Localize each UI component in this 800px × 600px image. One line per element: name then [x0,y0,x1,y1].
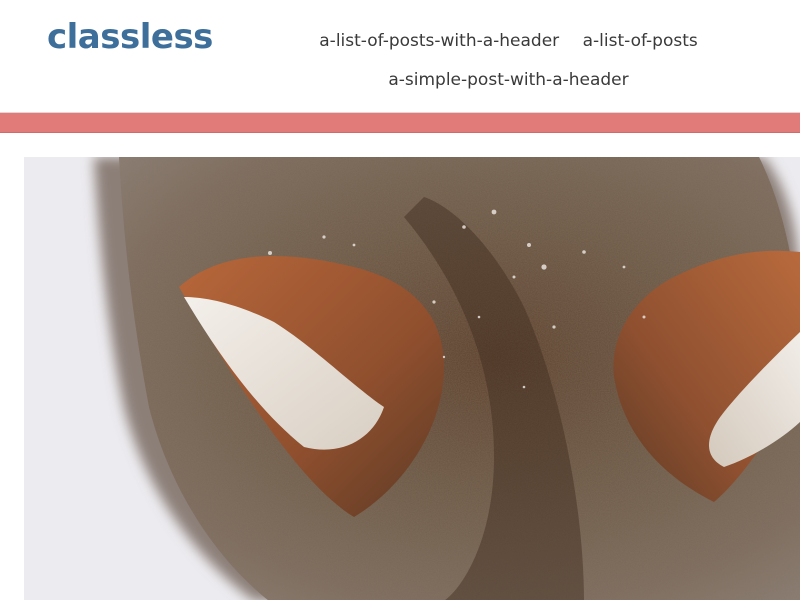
hero-image [24,157,800,600]
site-header: classless a-list-of-posts-with-a-header … [0,0,800,113]
main-nav: a-list-of-posts-with-a-header a-list-of-… [300,22,717,100]
fox-photo [24,157,800,600]
site-title-link[interactable]: classless [47,15,213,59]
accent-bar [0,113,800,133]
nav-link-a-list-of-posts[interactable]: a-list-of-posts [583,22,698,61]
nav-link-a-list-of-posts-with-a-header[interactable]: a-list-of-posts-with-a-header [319,22,559,61]
nav-link-a-simple-post-with-a-header[interactable]: a-simple-post-with-a-header [388,61,628,100]
main-content [0,133,800,600]
